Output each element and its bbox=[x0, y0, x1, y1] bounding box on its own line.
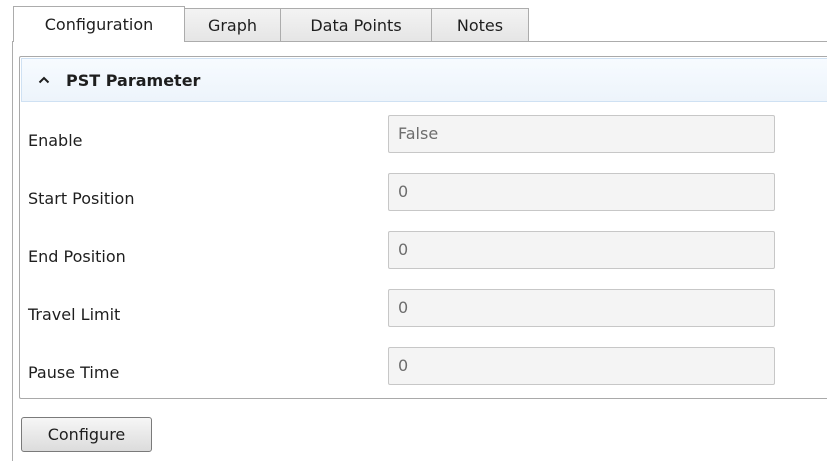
tab-notes-label: Notes bbox=[456, 16, 504, 35]
pause-time-field[interactable]: 0 bbox=[388, 347, 775, 385]
start-position-label: Start Position bbox=[28, 189, 135, 208]
parameter-row-end-position: End Position 0 bbox=[20, 231, 827, 289]
parameter-row-start-position: Start Position 0 bbox=[20, 173, 827, 231]
start-position-field[interactable]: 0 bbox=[388, 173, 775, 211]
tab-graph[interactable]: Graph bbox=[184, 8, 281, 42]
tab-data-points-label: Data Points bbox=[310, 16, 402, 35]
tab-notes[interactable]: Notes bbox=[431, 8, 529, 42]
pst-parameter-header[interactable]: PST Parameter bbox=[21, 58, 827, 102]
parameter-list: Enable False Start Position 0 End Positi… bbox=[20, 115, 827, 405]
tab-strip: Configuration Graph Data Points Notes bbox=[13, 6, 529, 42]
configure-button[interactable]: Configure bbox=[21, 417, 152, 452]
chevron-up-icon[interactable] bbox=[36, 72, 52, 88]
parameter-row-pause-time: Pause Time 0 bbox=[20, 347, 827, 405]
enable-label: Enable bbox=[28, 131, 83, 150]
tab-data-points[interactable]: Data Points bbox=[280, 8, 432, 42]
group-title: PST Parameter bbox=[66, 70, 201, 90]
enable-field[interactable]: False bbox=[388, 115, 775, 153]
tab-configuration[interactable]: Configuration bbox=[13, 6, 185, 42]
tab-graph-label: Graph bbox=[207, 16, 258, 35]
travel-limit-label: Travel Limit bbox=[28, 305, 121, 324]
tab-configuration-label: Configuration bbox=[44, 15, 154, 34]
end-position-field[interactable]: 0 bbox=[388, 231, 775, 269]
pst-parameter-group: PST Parameter Enable False Start Positio… bbox=[19, 56, 827, 399]
pst-configuration-view: Configuration Graph Data Points Notes PS… bbox=[0, 0, 827, 461]
end-position-label: End Position bbox=[28, 247, 126, 266]
parameter-row-travel-limit: Travel Limit 0 bbox=[20, 289, 827, 347]
travel-limit-field[interactable]: 0 bbox=[388, 289, 775, 327]
pause-time-label: Pause Time bbox=[28, 363, 120, 382]
parameter-row-enable: Enable False bbox=[20, 115, 827, 173]
